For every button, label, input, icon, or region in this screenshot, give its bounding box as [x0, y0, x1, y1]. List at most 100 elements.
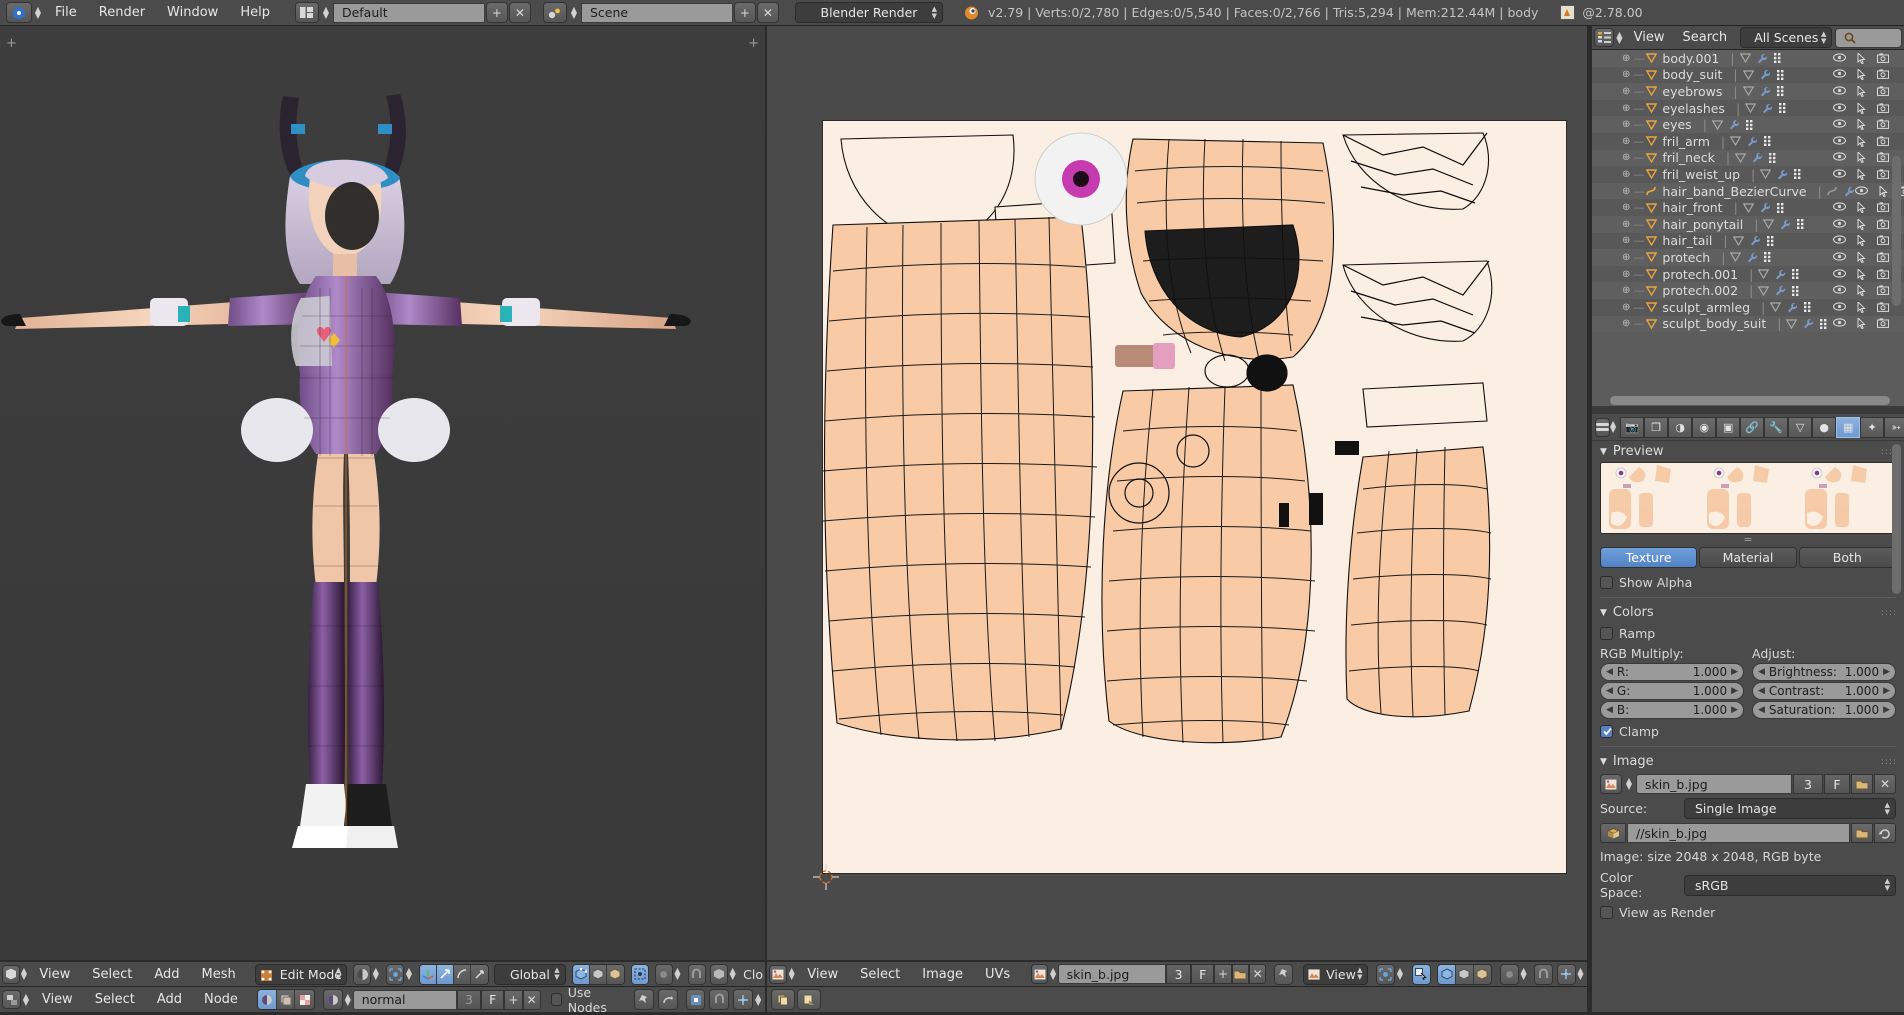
render-engine-dropdown[interactable]: Blender Render ▲▼: [795, 2, 943, 23]
visibility-eye-icon[interactable]: [1833, 252, 1846, 263]
screen-layout-icon[interactable]: [295, 2, 319, 23]
preview-mode-material[interactable]: Material: [1699, 547, 1796, 568]
modifier-wrench-icon[interactable]: [1844, 186, 1855, 197]
selectability-cursor-icon[interactable]: [1857, 103, 1866, 114]
uv-pin-icon[interactable]: [1274, 964, 1293, 985]
material-browse-spinner[interactable]: ▲▼: [343, 990, 353, 1010]
vertex-group-icon[interactable]: [1746, 120, 1757, 130]
image-browse-spinner[interactable]: ▲▼: [1623, 774, 1635, 794]
renderability-camera-icon[interactable]: [1877, 103, 1889, 114]
image-fake-user-button[interactable]: F: [1824, 774, 1850, 794]
outliner-horizontal-scrollbar[interactable]: [1610, 396, 1890, 405]
view3d-editor-type-icon[interactable]: [2, 965, 20, 984]
node-snap-element-icon[interactable]: [733, 989, 753, 1010]
world-tab[interactable]: ◉: [1692, 417, 1716, 438]
vertex-group-icon[interactable]: [1794, 169, 1805, 179]
editor-type-spinner[interactable]: ▲▼: [32, 3, 44, 23]
object-data-icon[interactable]: [1758, 286, 1769, 296]
pin-icon[interactable]: [634, 989, 654, 1010]
menu-window[interactable]: Window: [156, 3, 229, 22]
expand-icon[interactable]: ⊕: [1622, 318, 1630, 329]
outliner-item-protech[interactable]: ⊕—protech|: [1592, 249, 1904, 266]
visibility-eye-icon[interactable]: [1833, 86, 1846, 97]
divider-uv-right[interactable]: [1587, 26, 1592, 1012]
properties-editor[interactable]: ▲▼ 📷❐◑◉▣🔗🔧▽●▦✦➳ ▼ Preview ::::: [1592, 414, 1904, 1012]
proportional-spinner[interactable]: ▲▼: [673, 964, 682, 984]
uv-proportional-edit-icon[interactable]: [1500, 964, 1519, 985]
renderability-camera-icon[interactable]: [1877, 318, 1889, 329]
edge-select-icon[interactable]: [590, 965, 607, 984]
view3d-menu-view[interactable]: View: [28, 965, 81, 984]
selectability-cursor-icon[interactable]: [1857, 69, 1866, 80]
vertex-group-icon[interactable]: [1767, 236, 1778, 246]
decrement-arrow-icon[interactable]: ◀: [1606, 667, 1613, 677]
snap-spinner[interactable]: ▲▼: [728, 964, 737, 984]
physics-tab[interactable]: ➳: [1884, 417, 1904, 438]
divider-view3d-uv[interactable]: [765, 26, 767, 1012]
outliner-editor[interactable]: ▲▼ View Search All Scenes ▲▼ ⊕—body.001|…: [1592, 26, 1904, 412]
menu-file[interactable]: File: [44, 3, 88, 22]
vertex-group-icon[interactable]: [1797, 219, 1808, 229]
modifier-wrench-icon[interactable]: [1752, 152, 1763, 163]
object-data-icon[interactable]: [1743, 203, 1754, 213]
texture-tab[interactable]: ▦: [1836, 417, 1860, 438]
object-data-icon[interactable]: [1760, 169, 1771, 179]
decrement-arrow-icon[interactable]: ◀: [1758, 705, 1765, 715]
add-scene-button[interactable]: +: [734, 2, 756, 23]
modifier-wrench-icon[interactable]: [1777, 169, 1788, 180]
selectability-cursor-icon[interactable]: [1857, 235, 1866, 246]
shading-spinner[interactable]: ▲▼: [371, 964, 380, 984]
uv-menu-select[interactable]: Select: [849, 965, 911, 984]
uv-image-users-count[interactable]: 3: [1166, 964, 1191, 984]
image-datablock-row[interactable]: ▲▼ skin_b.jpg 3 F ✕: [1592, 772, 1904, 796]
outliner-item-fril-weist-up[interactable]: ⊕—fril_weist_up|: [1592, 166, 1904, 183]
node-snap-spinner[interactable]: ▲▼: [753, 990, 763, 1010]
modifier-wrench-icon[interactable]: [1760, 69, 1771, 80]
uv-editor-type-icon[interactable]: [769, 965, 787, 984]
visibility-eye-icon[interactable]: [1833, 202, 1846, 213]
properties-editor-type-icon[interactable]: [1595, 418, 1610, 437]
expand-icon[interactable]: ⊕: [1622, 119, 1630, 130]
uv-new-image-icon[interactable]: +: [1214, 964, 1231, 984]
expand-icon[interactable]: ⊕: [1622, 86, 1630, 97]
unlink-material-icon[interactable]: ✕: [523, 990, 541, 1010]
expand-icon[interactable]: ⊕: [1622, 152, 1630, 163]
ramp-row[interactable]: Ramp: [1592, 623, 1904, 644]
selectability-cursor-icon[interactable]: [1879, 186, 1888, 197]
unlink-image-icon[interactable]: ✕: [1874, 774, 1896, 794]
selectability-cursor-icon[interactable]: [1857, 119, 1866, 130]
visibility-eye-icon[interactable]: [1833, 302, 1846, 313]
expand-icon[interactable]: ⊕: [1622, 285, 1630, 296]
uv-canvas[interactable]: [822, 120, 1567, 874]
view-as-render-checkbox[interactable]: [1600, 906, 1613, 919]
visibility-eye-icon[interactable]: [1833, 169, 1846, 180]
uv-menu-uvs[interactable]: UVs: [974, 965, 1021, 984]
visibility-eye-icon[interactable]: [1833, 119, 1846, 130]
uv-image-datablock-icon[interactable]: [1031, 964, 1048, 984]
uv-edge-select-icon[interactable]: [1456, 965, 1474, 984]
uv-pivot-spinner[interactable]: ▲▼: [1395, 964, 1404, 984]
node-tree-type-group[interactable]: [257, 989, 315, 1010]
uv-select-mode-group[interactable]: [1437, 964, 1492, 985]
decrement-arrow-icon[interactable]: ◀: [1606, 686, 1613, 696]
vertex-group-icon[interactable]: [1769, 153, 1780, 163]
uv-sync-selection-icon[interactable]: [1412, 964, 1431, 985]
object-data-icon[interactable]: [1740, 53, 1751, 63]
expand-icon[interactable]: ⊕: [1622, 53, 1630, 64]
outliner-item-hair-band-beziercurve[interactable]: ⊕—hair_band_BezierCurve|: [1592, 183, 1904, 200]
modifier-wrench-icon[interactable]: [1747, 136, 1758, 147]
visibility-eye-icon[interactable]: [1833, 285, 1846, 296]
outliner-item-body-001[interactable]: ⊕—body.001|: [1592, 50, 1904, 67]
renderability-camera-icon[interactable]: [1877, 252, 1889, 263]
image-source-dropdown[interactable]: Single Image ▲▼: [1684, 798, 1896, 819]
rgb-g-field[interactable]: ◀G:1.000▶: [1600, 682, 1744, 700]
modifier-wrench-icon[interactable]: [1803, 318, 1814, 329]
add-screen-layout-button[interactable]: +: [486, 2, 508, 23]
expand-icon[interactable]: ⊕: [1622, 169, 1630, 180]
renderability-camera-icon[interactable]: [1877, 152, 1889, 163]
uv-unlink-image-icon[interactable]: ✕: [1249, 964, 1266, 984]
delete-scene-button[interactable]: ✕: [757, 2, 779, 23]
scene-name-field[interactable]: Scene: [581, 3, 733, 23]
selectability-cursor-icon[interactable]: [1857, 302, 1866, 313]
vertex-group-icon[interactable]: [1774, 53, 1785, 63]
